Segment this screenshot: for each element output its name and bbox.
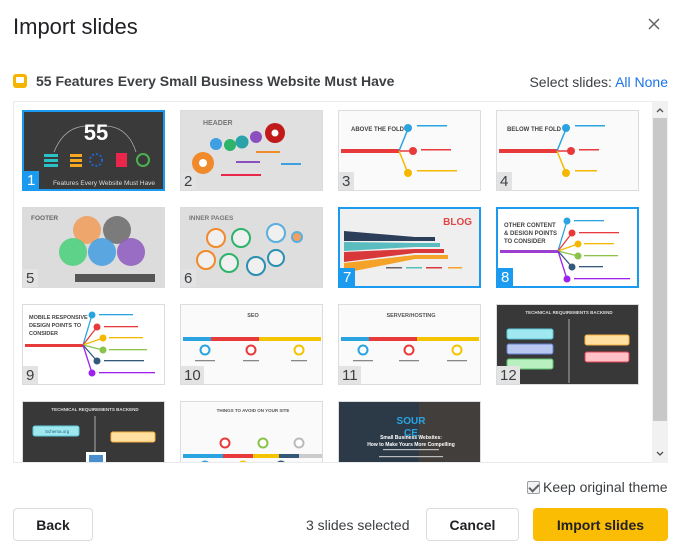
slide-14-heading: THINGS TO AVOID ON YOUR SITE <box>217 408 290 413</box>
slide-1-big-number: 55 <box>84 120 108 145</box>
select-slides-label: Select slides: <box>529 74 616 90</box>
chevron-up-icon <box>656 108 664 113</box>
slide-15-title-part1: SOUR <box>397 416 427 427</box>
slide-number: 12 <box>497 366 520 384</box>
slide-10-heading: SEO <box>247 313 259 319</box>
slide-14-preview: THINGS TO AVOID ON YOUR SITE <box>181 402 322 462</box>
slide-13-preview: TECHNICAL REQUIREMENTS BACKEND Schema.or… <box>23 402 164 462</box>
checkbox-checked-icon[interactable] <box>527 481 540 494</box>
slide-9-heading-line3: CONSIDER <box>29 331 58 337</box>
slide-9-heading-line2: DESIGN POINTS TO <box>29 323 82 329</box>
slide-8-preview: OTHER CONTENT & DESIGN POINTS TO CONSIDE… <box>498 209 637 286</box>
slide-12-heading: TECHNICAL REQUIREMENTS BACKEND <box>525 310 613 315</box>
selected-count: 3 slides selected <box>306 517 410 533</box>
slide-3-preview: ABOVE THE FOLD <box>339 111 480 190</box>
slide-8-heading-line2: & DESIGN POINTS <box>504 231 557 237</box>
close-button[interactable] <box>644 14 664 34</box>
slide-9-preview: MOBILE RESPONSIVE DESIGN POINTS TO CONSI… <box>23 305 164 384</box>
slide-7-preview: BLOG <box>340 209 479 286</box>
keep-original-theme-label: Keep original theme <box>543 479 668 495</box>
slide-thumbnail-8[interactable]: OTHER CONTENT & DESIGN POINTS TO CONSIDE… <box>496 207 639 288</box>
slide-thumbnail-3[interactable]: ABOVE THE FOLD 3 <box>338 110 481 191</box>
cancel-button[interactable]: Cancel <box>426 508 519 541</box>
select-slides: Select slides: All None <box>529 74 668 90</box>
slide-1-caption: Features Every Website Must Have <box>53 180 155 187</box>
slide-15-preview: SOUR CE Small Business Websites: How to … <box>339 402 480 462</box>
slide-thumbnail-5[interactable]: FOOTER 5 <box>22 207 165 288</box>
slide-thumbnail-6[interactable]: INNER PAGES 6 <box>180 207 323 288</box>
slide-grid-scrollbar[interactable] <box>652 101 668 463</box>
slide-9-heading-line1: MOBILE RESPONSIVE <box>29 315 88 321</box>
slide-6-heading: INNER PAGES <box>189 215 234 222</box>
slide-15-subtitle-line2: How to Make Yours More Compelling <box>367 442 455 448</box>
slide-3-heading: ABOVE THE FOLD <box>351 127 405 133</box>
slide-number: 2 <box>181 172 196 190</box>
slide-8-heading-line1: OTHER CONTENT <box>504 223 556 229</box>
slide-thumbnail-15[interactable]: SOUR CE Small Business Websites: How to … <box>338 401 481 462</box>
slide-7-heading: BLOG <box>443 217 472 228</box>
slide-13-heading: TECHNICAL REQUIREMENTS BACKEND <box>51 407 139 412</box>
slide-thumbnail-7[interactable]: BLOG 7 <box>338 207 481 288</box>
slide-number: 8 <box>498 268 513 286</box>
dialog-title: Import slides <box>13 14 138 39</box>
slide-number: 5 <box>23 269 38 287</box>
slide-thumbnail-11[interactable]: SERVER/HOSTING 11 <box>338 304 481 385</box>
slide-4-heading: BELOW THE FOLD <box>507 127 562 133</box>
scroll-down-button[interactable] <box>652 446 668 462</box>
slide-11-heading: SERVER/HOSTING <box>386 313 435 319</box>
select-all-link[interactable]: All <box>615 74 631 90</box>
slide-2-preview: HEADER <box>181 111 322 190</box>
slide-2-heading: HEADER <box>203 120 233 127</box>
slide-number: 4 <box>497 172 512 190</box>
slide-number: 7 <box>340 268 355 286</box>
slide-8-heading-line3: TO CONSIDER <box>504 239 546 245</box>
slide-thumbnail-13[interactable]: TECHNICAL REQUIREMENTS BACKEND Schema.or… <box>22 401 165 462</box>
slide-6-preview: INNER PAGES <box>181 208 322 287</box>
slide-5-preview: FOOTER <box>23 208 164 287</box>
slide-number: 3 <box>339 172 354 190</box>
slide-number: 9 <box>23 366 38 384</box>
back-button[interactable]: Back <box>13 508 93 541</box>
slide-4-preview: BELOW THE FOLD <box>497 111 638 190</box>
slide-thumbnail-1[interactable]: 55 Features Every Website Must Have 1 <box>22 110 165 191</box>
close-icon <box>648 18 660 30</box>
chevron-down-icon <box>656 451 664 456</box>
slide-number: 6 <box>181 269 196 287</box>
slides-file-icon <box>13 74 27 88</box>
slide-thumbnail-12[interactable]: TECHNICAL REQUIREMENTS BACKEND 12 <box>496 304 639 385</box>
deck-header: 55 Features Every Small Business Website… <box>13 72 668 92</box>
slide-thumbnail-9[interactable]: MOBILE RESPONSIVE DESIGN POINTS TO CONSI… <box>22 304 165 385</box>
slide-13-box-label: Schema.org <box>45 429 70 434</box>
scroll-thumb[interactable] <box>653 118 667 421</box>
slide-thumbnail-4[interactable]: BELOW THE FOLD 4 <box>496 110 639 191</box>
slide-thumbnail-10[interactable]: SEO 10 <box>180 304 323 385</box>
slide-thumbnail-14[interactable]: THINGS TO AVOID ON YOUR SITE <box>180 401 323 462</box>
scroll-up-button[interactable] <box>652 102 668 118</box>
slide-thumbnail-2[interactable]: HEADER 2 <box>180 110 323 191</box>
slide-5-heading: FOOTER <box>31 215 58 222</box>
import-slides-button[interactable]: Import slides <box>533 508 668 541</box>
slide-1-preview: 55 Features Every Website Must Have <box>24 112 163 189</box>
slide-15-subtitle-line1: Small Business Websites: <box>380 435 442 441</box>
deck-title: 55 Features Every Small Business Website… <box>36 73 395 89</box>
slide-number: 10 <box>181 366 204 384</box>
slide-grid: 55 Features Every Website Must Have 1 HE… <box>13 101 668 463</box>
select-none-link[interactable]: None <box>635 74 668 90</box>
slide-number: 1 <box>24 171 39 189</box>
slide-number: 11 <box>339 366 361 384</box>
